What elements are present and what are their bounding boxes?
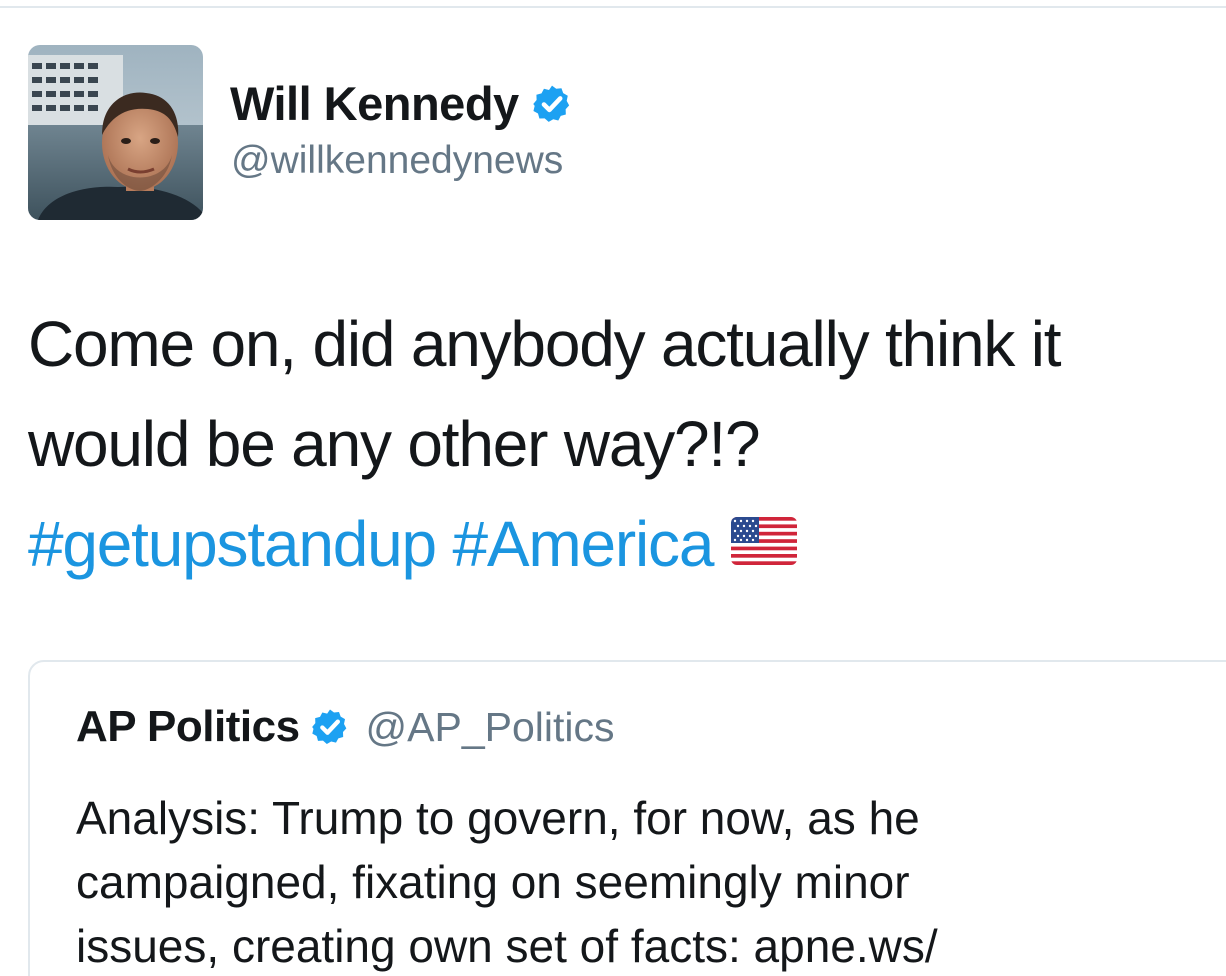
quoted-author-handle: @AP_Politics — [365, 703, 615, 750]
tweet-hashtag-line: #getupstandup #America — [28, 494, 1208, 599]
quoted-text-line: issues, creating own set of facts: apne.… — [76, 920, 938, 972]
tweet-text-line: Come on, did anybody actually think it — [28, 308, 1062, 380]
hashtag-getupstandup[interactable]: #getupstandup — [28, 508, 437, 580]
quoted-text-line: Analysis: Trump to govern, for now, as h… — [76, 792, 920, 844]
quoted-tweet-text: Analysis: Trump to govern, for now, as h… — [76, 786, 1206, 976]
tweet-text-line: would be any other way?!? — [28, 408, 761, 480]
verified-badge-icon — [531, 83, 573, 125]
verified-badge-icon — [310, 707, 350, 747]
hashtag-america[interactable]: #America — [453, 508, 715, 580]
author-name-row[interactable]: Will Kennedy — [230, 76, 573, 132]
tweet-screenshot: Will Kennedy @willkennedynews Come on, d… — [0, 0, 1226, 976]
avatar-photo — [28, 45, 203, 220]
quoted-tweet-header: AP Politics @AP_Politics — [76, 702, 615, 752]
author-name[interactable]: Will Kennedy — [230, 76, 519, 132]
quoted-author-name: AP Politics — [76, 702, 300, 751]
quoted-tweet-card[interactable]: AP Politics @AP_Politics Analysis: Trump… — [28, 660, 1226, 976]
tweet-body: Come on, did anybody actually think it w… — [28, 294, 1208, 599]
author-avatar[interactable] — [28, 45, 203, 220]
quoted-text-line: campaigned, fixating on seemingly minor — [76, 856, 910, 908]
top-divider — [0, 0, 1226, 8]
us-flag-icon — [731, 493, 798, 593]
author-handle[interactable]: @willkennedynews — [231, 138, 563, 184]
